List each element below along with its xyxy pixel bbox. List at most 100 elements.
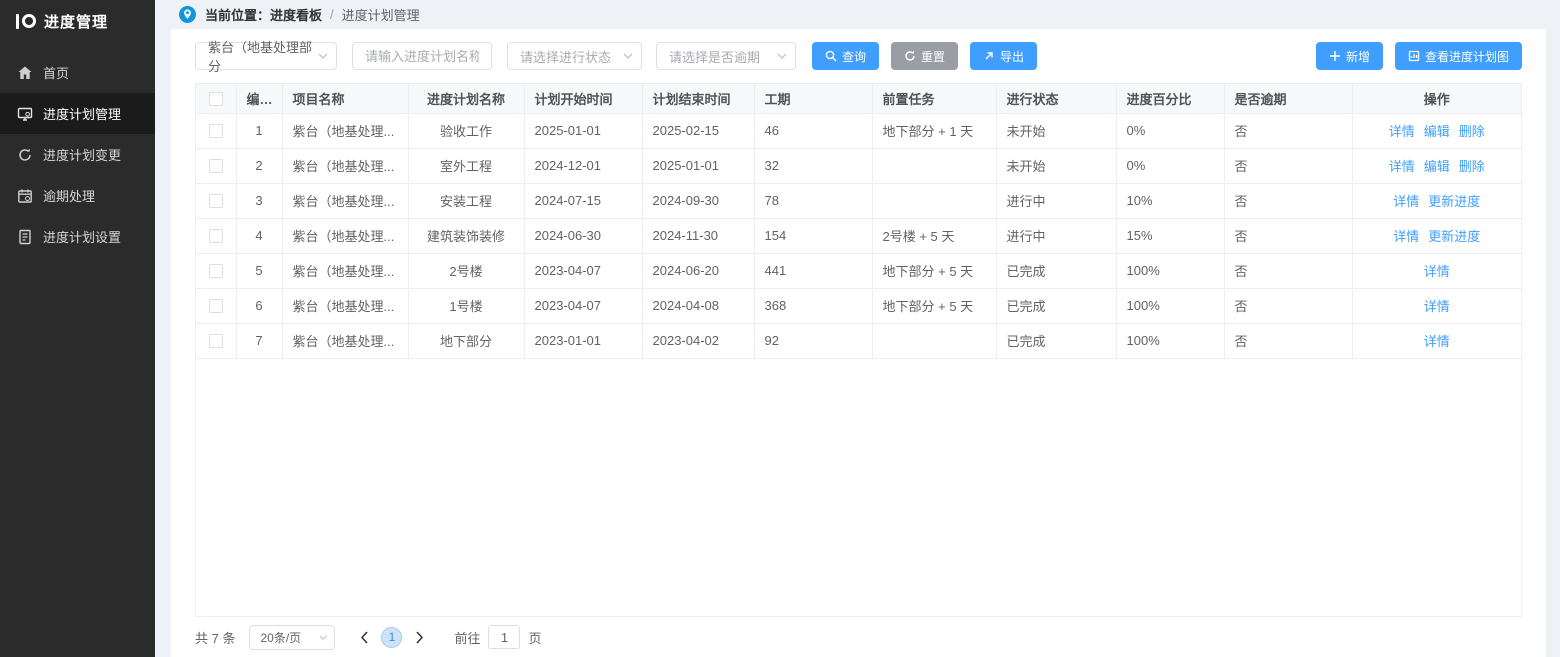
cell-predecessor	[872, 323, 996, 358]
cell-status: 已完成	[996, 253, 1116, 288]
chevron-down-icon	[777, 53, 787, 59]
reset-button-label: 重置	[921, 48, 945, 65]
sidebar-item-plan-change[interactable]: 进度计划变更	[0, 134, 155, 175]
header-status: 进行状态	[996, 84, 1116, 113]
sidebar-item-plan-settings[interactable]: 进度计划设置	[0, 216, 155, 257]
detail-link[interactable]: 详情	[1389, 124, 1415, 139]
row-checkbox[interactable]	[209, 264, 223, 278]
sidebar-item-overdue[interactable]: 逾期处理	[0, 175, 155, 216]
sidebar-item-label: 进度计划管理	[43, 104, 121, 123]
cell-percent: 100%	[1116, 323, 1224, 358]
overdue-select[interactable]: 请选择是否逾期	[656, 42, 796, 70]
detail-link[interactable]: 详情	[1393, 194, 1419, 209]
table-row: 7 紫台（地基处理... 地下部分 2023-01-01 2023-04-02 …	[196, 323, 1521, 358]
cell-project-name: 紫台（地基处理...	[282, 288, 408, 323]
header-duration: 工期	[754, 84, 872, 113]
row-checkbox[interactable]	[209, 124, 223, 138]
row-checkbox[interactable]	[209, 194, 223, 208]
location-pin-icon	[179, 6, 196, 23]
cell-overdue: 否	[1224, 288, 1352, 323]
detail-link[interactable]: 详情	[1424, 264, 1450, 279]
add-button[interactable]: 新增	[1316, 42, 1383, 70]
plus-icon	[1329, 50, 1341, 62]
detail-link[interactable]: 详情	[1393, 229, 1419, 244]
cell-duration: 78	[754, 183, 872, 218]
next-page-button[interactable]	[406, 624, 432, 650]
main-area: 当前位置： 进度看板 / 进度计划管理 紫台（地基处理部分 请选择进行状态 请选…	[155, 0, 1560, 657]
prev-page-button[interactable]	[351, 624, 377, 650]
page-size-value: 20条/页	[260, 629, 301, 646]
cell-start-date: 2023-04-07	[524, 253, 642, 288]
cell-status: 已完成	[996, 288, 1116, 323]
calendar-icon	[17, 188, 33, 204]
sidebar-item-label: 进度计划设置	[43, 227, 121, 246]
export-button-label: 导出	[1000, 48, 1024, 65]
cell-end-date: 2024-11-30	[642, 218, 754, 253]
add-button-label: 新增	[1346, 48, 1370, 65]
cell-overdue: 否	[1224, 218, 1352, 253]
edit-link[interactable]: 编辑	[1424, 159, 1450, 174]
chevron-right-icon	[415, 631, 424, 644]
cell-predecessor: 地下部分 + 1 天	[872, 113, 996, 148]
cell-overdue: 否	[1224, 148, 1352, 183]
cell-plan-name: 建筑装饰装修	[408, 218, 524, 253]
header-start-date: 计划开始时间	[524, 84, 642, 113]
search-button[interactable]: 查询	[812, 42, 879, 70]
cell-duration: 92	[754, 323, 872, 358]
cell-status: 已完成	[996, 323, 1116, 358]
cell-predecessor	[872, 148, 996, 183]
cell-no: 2	[236, 148, 282, 183]
delete-link[interactable]: 删除	[1459, 124, 1485, 139]
delete-link[interactable]: 删除	[1459, 159, 1485, 174]
sidebar-item-home[interactable]: 首页	[0, 52, 155, 93]
cell-predecessor: 2号楼 + 5 天	[872, 218, 996, 253]
current-page-button[interactable]: 1	[381, 627, 402, 648]
row-checkbox[interactable]	[209, 229, 223, 243]
row-actions: 详情编辑删除	[1352, 148, 1521, 183]
row-checkbox[interactable]	[209, 334, 223, 348]
cell-start-date: 2025-01-01	[524, 113, 642, 148]
view-plan-chart-button[interactable]: 查看进度计划图	[1395, 42, 1522, 70]
detail-link[interactable]: 详情	[1424, 299, 1450, 314]
cell-overdue: 否	[1224, 113, 1352, 148]
update-progress-link[interactable]: 更新进度	[1428, 229, 1480, 244]
edit-link[interactable]: 编辑	[1424, 124, 1450, 139]
table-body: 1 紫台（地基处理... 验收工作 2025-01-01 2025-02-15 …	[196, 113, 1521, 358]
search-button-label: 查询	[842, 48, 866, 65]
sidebar-menu: 首页 进度计划管理 进度计划变更 逾期处理	[0, 42, 155, 257]
plan-name-input[interactable]	[352, 42, 492, 70]
export-button[interactable]: 导出	[970, 42, 1037, 70]
cell-percent: 10%	[1116, 183, 1224, 218]
cell-end-date: 2025-02-15	[642, 113, 754, 148]
cell-end-date: 2024-06-20	[642, 253, 754, 288]
sidebar-item-plan-management[interactable]: 进度计划管理	[0, 93, 155, 134]
reset-button[interactable]: 重置	[891, 42, 958, 70]
status-select[interactable]: 请选择进行状态	[507, 42, 642, 70]
breadcrumb: 当前位置： 进度看板 / 进度计划管理	[155, 0, 1560, 29]
chevron-left-icon	[360, 631, 369, 644]
table-row: 2 紫台（地基处理... 室外工程 2024-12-01 2025-01-01 …	[196, 148, 1521, 183]
row-checkbox[interactable]	[209, 299, 223, 313]
detail-link[interactable]: 详情	[1424, 334, 1450, 349]
project-select[interactable]: 紫台（地基处理部分	[195, 42, 337, 70]
goto-page-input[interactable]	[488, 625, 520, 649]
filter-toolbar: 紫台（地基处理部分 请选择进行状态 请选择是否逾期 查询	[195, 42, 1522, 70]
detail-link[interactable]: 详情	[1389, 159, 1415, 174]
cell-status: 进行中	[996, 183, 1116, 218]
chevron-down-icon	[623, 53, 633, 59]
goto-label: 前往	[454, 628, 480, 647]
cell-overdue: 否	[1224, 183, 1352, 218]
cell-predecessor: 地下部分 + 5 天	[872, 253, 996, 288]
cell-project-name: 紫台（地基处理...	[282, 323, 408, 358]
refresh-icon	[17, 147, 33, 163]
select-all-checkbox[interactable]	[209, 92, 223, 106]
goto-page-suffix: 页	[528, 628, 541, 647]
page-size-select[interactable]: 20条/页	[249, 625, 335, 650]
cell-duration: 46	[754, 113, 872, 148]
row-checkbox[interactable]	[209, 159, 223, 173]
app-logo: 进度管理	[0, 0, 155, 42]
breadcrumb-root[interactable]: 进度看板	[270, 5, 322, 24]
update-progress-link[interactable]: 更新进度	[1428, 194, 1480, 209]
table-row: 5 紫台（地基处理... 2号楼 2023-04-07 2024-06-20 4…	[196, 253, 1521, 288]
refresh-icon	[904, 50, 916, 62]
